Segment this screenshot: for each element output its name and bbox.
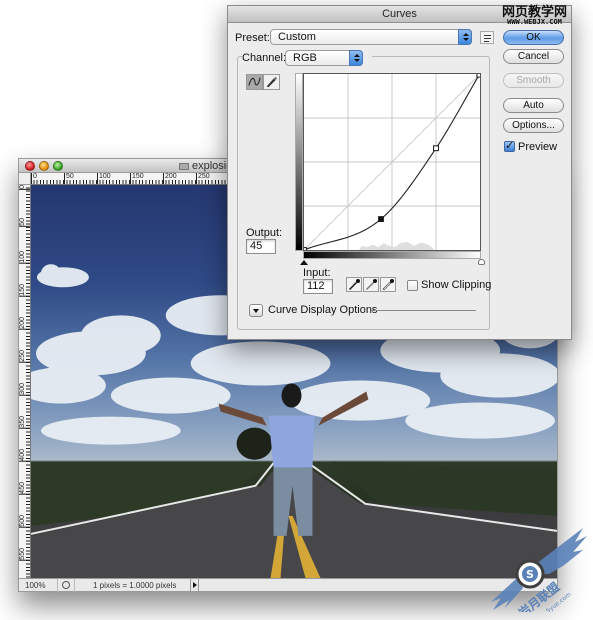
- watermark-badge: S 岩月联盟 www.5yue.com: [483, 522, 593, 620]
- channel-label: Channel:: [242, 52, 287, 64]
- ok-button[interactable]: OK: [503, 30, 564, 45]
- draw-pencil-tool-button[interactable]: [263, 74, 280, 90]
- options-button[interactable]: Options...: [503, 118, 564, 133]
- pencil-icon: [266, 76, 278, 88]
- preview-checkbox[interactable]: [504, 139, 515, 152]
- output-gradient-bar: [295, 73, 303, 251]
- preset-options-menu-icon[interactable]: [480, 31, 494, 44]
- ruler-label: 500: [19, 515, 30, 528]
- channel-value: RGB: [293, 52, 317, 64]
- eyedropper-black-icon: [349, 279, 360, 290]
- ruler-label: 100: [97, 173, 111, 184]
- winged-logo-icon: S 岩月联盟 www.5yue.com: [491, 528, 587, 620]
- show-clipping-checkbox[interactable]: [407, 280, 418, 291]
- preview-label[interactable]: Preview: [518, 141, 557, 153]
- ruler-label: 400: [19, 449, 30, 462]
- status-menu-arrow-icon[interactable]: [190, 579, 199, 592]
- status-bar: 100% 1 pixels = 1.0000 pixels: [19, 578, 557, 592]
- divider: [371, 310, 476, 311]
- minimize-window-button[interactable]: [39, 161, 49, 171]
- input-field[interactable]: 112: [303, 279, 333, 294]
- curve-point[interactable]: [433, 145, 439, 152]
- ruler-label: 200: [19, 317, 30, 330]
- white-point-slider[interactable]: [478, 259, 485, 265]
- auto-button[interactable]: Auto: [503, 98, 564, 113]
- white-point-eyedropper-button[interactable]: [380, 277, 396, 292]
- output-field[interactable]: 45: [246, 239, 276, 254]
- ruler-label: 50: [19, 218, 30, 227]
- black-point-slider[interactable]: [300, 260, 308, 265]
- ruler-label: 450: [19, 482, 30, 495]
- eyedropper-gray-icon: [366, 279, 377, 290]
- chevron-updown-icon: [458, 29, 472, 45]
- document-proxy-icon: [179, 162, 189, 170]
- ruler-label: 250: [19, 350, 30, 363]
- ruler-label: 100: [19, 251, 30, 264]
- curve-point-selected[interactable]: [378, 216, 384, 222]
- output-label: Output:: [246, 227, 283, 239]
- show-clipping-label[interactable]: Show Clipping: [421, 279, 491, 291]
- ruler-label: 300: [19, 383, 30, 396]
- smooth-button: Smooth: [503, 73, 564, 88]
- preset-select[interactable]: Custom: [270, 29, 472, 45]
- ruler-label: 550: [19, 548, 30, 561]
- status-divider: [74, 579, 75, 592]
- black-point-eyedropper-button[interactable]: [346, 277, 362, 292]
- ruler-label: 350: [19, 416, 30, 429]
- edit-points-tool-button[interactable]: [246, 74, 263, 90]
- watermark-top-url: WWW.WEBJX.COM: [507, 18, 562, 26]
- curve-plot[interactable]: [304, 74, 480, 250]
- status-icon[interactable]: [62, 581, 70, 589]
- svg-text:S: S: [526, 568, 534, 581]
- histogram: [359, 241, 435, 250]
- cancel-button[interactable]: Cancel: [503, 49, 564, 64]
- curve-point[interactable]: [304, 247, 307, 250]
- status-divider: [57, 579, 58, 592]
- curve-display-options-toggle[interactable]: [249, 304, 263, 317]
- watermark-top: 网页教学网 WWW.WEBJX.COM: [502, 6, 567, 26]
- preset-label: Preset:: [235, 32, 270, 44]
- curve-graph[interactable]: [303, 73, 481, 251]
- ruler-label: 0: [31, 173, 37, 184]
- vertical-ruler[interactable]: 0 50 100 150 200 250 300 350 400 450 500 550: [19, 185, 31, 578]
- preset-value: Custom: [278, 31, 316, 43]
- zoom-level-field[interactable]: 100%: [25, 581, 55, 590]
- curves-dialog: Curves Preset: Custom Channel: RGB Outpu…: [227, 5, 572, 340]
- ruler-label: 200: [163, 173, 177, 184]
- ruler-label: 250: [196, 173, 210, 184]
- ruler-label: 0: [19, 185, 30, 190]
- eyedropper-white-icon: [382, 279, 394, 291]
- curve-tool-icon: [248, 77, 261, 86]
- input-label: Input:: [303, 267, 331, 279]
- chevron-updown-icon: [349, 50, 363, 66]
- status-info: 1 pixels = 1.0000 pixels: [93, 581, 177, 590]
- close-window-button[interactable]: [25, 161, 35, 171]
- gray-point-eyedropper-button[interactable]: [363, 277, 379, 292]
- channel-select[interactable]: RGB: [285, 50, 363, 66]
- curve-point[interactable]: [476, 74, 480, 78]
- ruler-origin[interactable]: [19, 173, 31, 185]
- ruler-label: 50: [64, 173, 74, 184]
- ruler-label: 150: [19, 284, 30, 297]
- ruler-label: 150: [130, 173, 144, 184]
- input-gradient-bar: [303, 251, 481, 259]
- curve-display-options-label[interactable]: Curve Display Options: [268, 304, 377, 316]
- zoom-window-button[interactable]: [53, 161, 63, 171]
